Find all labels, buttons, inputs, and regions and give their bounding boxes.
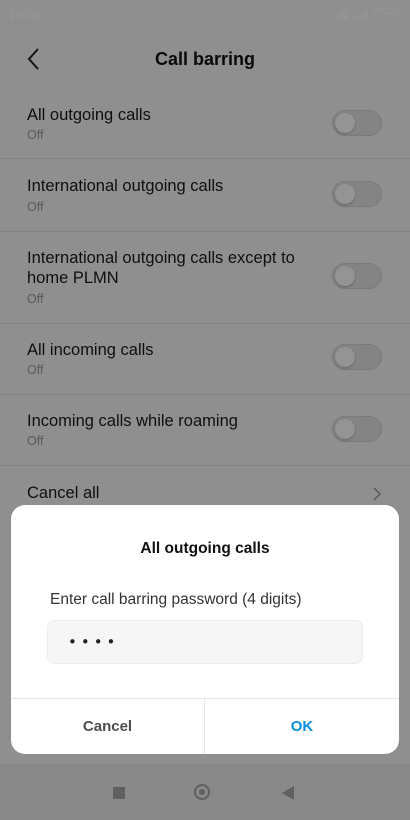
password-input[interactable]: ••••: [47, 620, 363, 664]
dialog-prompt: Enter call barring password (4 digits): [50, 591, 302, 608]
dialog-title: All outgoing calls: [140, 540, 270, 557]
password-dialog: All outgoing calls Enter call barring pa…: [11, 505, 399, 754]
cancel-button[interactable]: Cancel: [11, 699, 205, 754]
ok-button[interactable]: OK: [205, 699, 399, 754]
dialog-actions: Cancel OK: [11, 698, 399, 754]
